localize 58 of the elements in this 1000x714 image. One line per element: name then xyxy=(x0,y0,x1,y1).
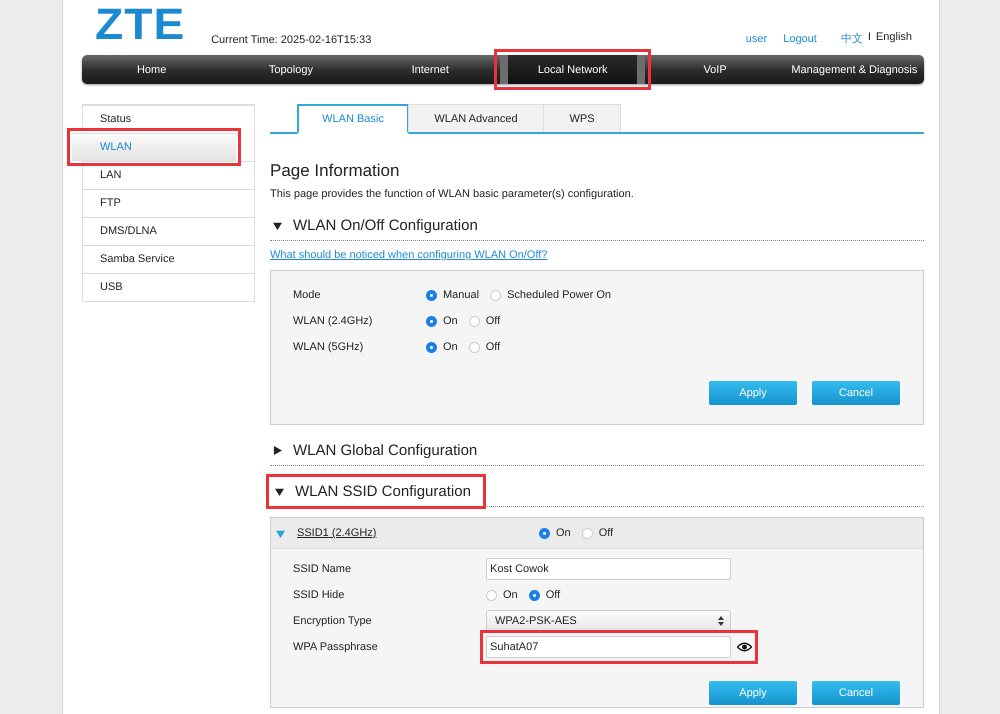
radio-label[interactable]: Off xyxy=(486,315,500,327)
help-link[interactable]: What should be noticed when configuring WLAN On/Off? xyxy=(270,249,924,261)
field-label: SSID Hide xyxy=(293,589,346,601)
section-heading[interactable]: WLAN Global Configuration xyxy=(273,442,478,458)
radio-button[interactable] xyxy=(468,316,480,326)
header-link[interactable]: Logout xyxy=(783,32,817,44)
field-label: SSID Name xyxy=(293,563,352,575)
page-description: This page provides the function of WLAN basic parameter(s) configuration. xyxy=(270,188,635,200)
current-time: Current Time: 2025-02-16T15:33 xyxy=(211,34,372,46)
field-label: WLAN (5GHz) xyxy=(293,341,364,353)
radio-button[interactable] xyxy=(490,290,502,300)
radio-label[interactable]: Off xyxy=(598,527,614,539)
radio-label[interactable]: Manual xyxy=(443,289,480,301)
section-heading[interactable]: WLAN On/Off Configuration xyxy=(273,216,478,234)
field-label: WLAN (2.4GHz) xyxy=(293,315,374,327)
radio-label[interactable]: Off xyxy=(486,341,500,353)
section-heading[interactable]: WLAN SSID Configuration xyxy=(275,482,477,500)
radio-label[interactable]: Off xyxy=(546,589,560,601)
field-label: WPA Passphrase xyxy=(293,641,379,653)
logo: ZTE xyxy=(95,3,186,47)
tab[interactable]: WLAN Basic xyxy=(297,104,409,134)
radio-label[interactable]: On xyxy=(443,341,458,353)
language-link[interactable]: English xyxy=(876,31,912,46)
password-field[interactable]: SuhatA07 xyxy=(486,636,731,658)
radio-button[interactable] xyxy=(582,528,593,538)
radio-label[interactable]: On xyxy=(443,315,458,327)
sidebar-item[interactable]: Status xyxy=(83,105,254,133)
radio-button[interactable] xyxy=(426,290,437,300)
text-field[interactable]: Kost Cowok xyxy=(486,558,731,580)
separator: I xyxy=(868,31,871,45)
caret-icon xyxy=(718,616,724,626)
field-label: Encryption Type xyxy=(293,615,373,627)
header-link[interactable]: user xyxy=(746,32,768,44)
radio-button[interactable] xyxy=(539,528,550,538)
select-field[interactable]: WPA2-PSK-AES xyxy=(486,610,731,632)
page-title: Page Information xyxy=(270,161,400,181)
radio-label[interactable]: On xyxy=(503,589,518,601)
tab[interactable]: WPS xyxy=(543,104,621,132)
tab[interactable]: WLAN Advanced xyxy=(408,104,544,132)
collapse-triangle-icon[interactable] xyxy=(273,220,282,230)
radio-button[interactable] xyxy=(486,590,497,600)
eye-icon[interactable] xyxy=(737,642,752,652)
radio-button[interactable] xyxy=(468,342,480,352)
field-label: Mode xyxy=(293,289,322,301)
radio-label[interactable]: On xyxy=(556,527,571,539)
radio-button[interactable] xyxy=(426,342,437,352)
radio-button[interactable] xyxy=(426,316,437,326)
nav-tab[interactable]: Home xyxy=(82,55,222,84)
radio-button[interactable] xyxy=(528,590,540,600)
nav-tab[interactable]: Internet xyxy=(360,55,500,84)
ssid-link[interactable]: SSID1 (2.4GHz) xyxy=(297,527,539,539)
language-link[interactable]: 中文 xyxy=(840,31,863,46)
radio-label[interactable]: Scheduled Power On xyxy=(507,289,612,301)
nav-tab[interactable]: VoIP xyxy=(645,55,785,84)
expand-triangle-icon[interactable] xyxy=(273,446,282,454)
nav-tab[interactable]: Management & Diagnosis xyxy=(784,55,924,84)
nav-tab[interactable]: Topology xyxy=(221,55,361,84)
collapse-triangle-icon[interactable] xyxy=(275,486,284,496)
